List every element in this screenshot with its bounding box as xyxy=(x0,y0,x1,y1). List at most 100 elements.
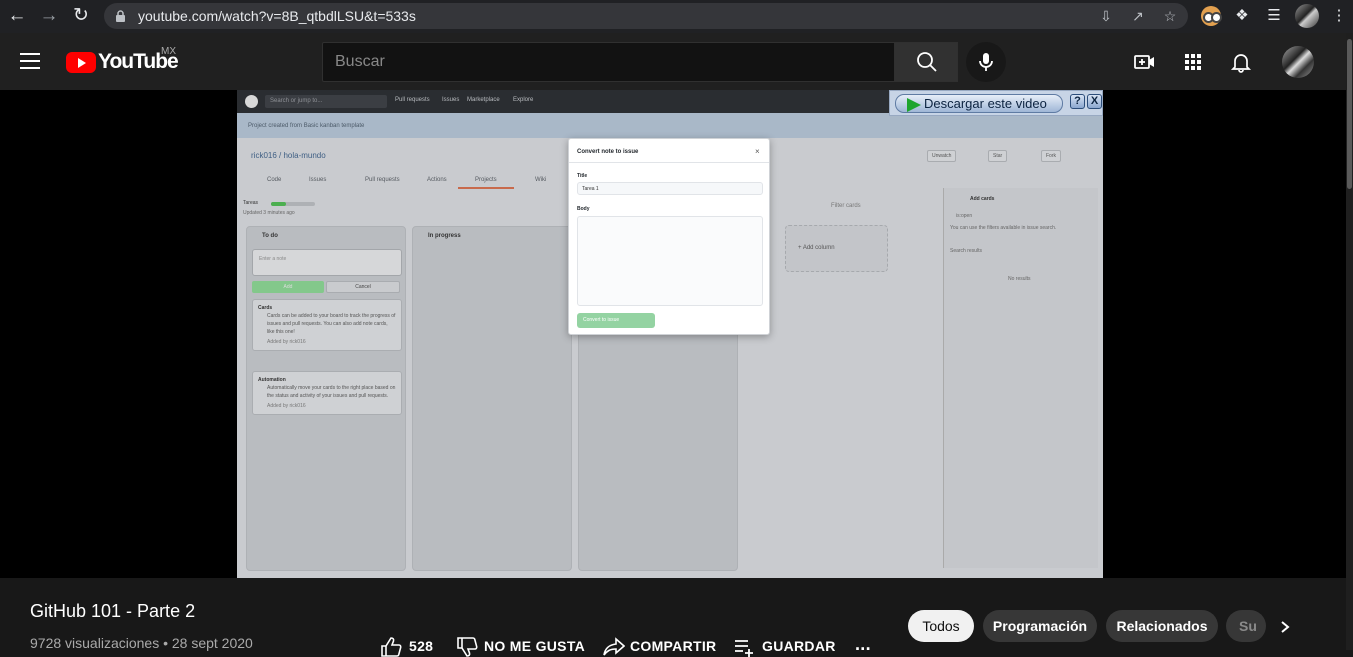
scrollbar-thumb[interactable] xyxy=(1347,39,1352,189)
apps-grid-icon[interactable] xyxy=(1181,50,1205,74)
video-player[interactable]: Search or jump to... Pull requests Issue… xyxy=(0,90,1346,578)
project-progress-bar xyxy=(271,202,315,206)
column-title: In progress xyxy=(428,233,461,239)
panel-hint: You can use the filters available in iss… xyxy=(950,225,1057,231)
github-nav-link: Pull requests xyxy=(395,97,430,103)
add-note-button: Add xyxy=(252,281,324,293)
install-icon[interactable]: ⇩ xyxy=(1096,7,1116,25)
like-button[interactable]: 528 xyxy=(380,637,440,657)
github-repo-name: rick016 / hola-mundo xyxy=(251,151,326,160)
dialog-divider xyxy=(569,162,769,163)
search-box xyxy=(322,42,895,82)
bookmark-star-icon[interactable]: ☆ xyxy=(1160,7,1180,25)
voice-search-button[interactable] xyxy=(966,42,1006,82)
dialog-title-input: Tarea 1 xyxy=(577,182,763,195)
help-icon[interactable]: ? xyxy=(1070,94,1085,109)
reload-icon[interactable]: ↻ xyxy=(69,5,93,27)
dialog-title-label: Title xyxy=(577,173,588,179)
card-body: Automatically move your cards to the rig… xyxy=(267,385,396,399)
video-frame[interactable]: Search or jump to... Pull requests Issue… xyxy=(237,90,1103,578)
dislike-button[interactable]: NO ME GUSTA xyxy=(456,637,586,657)
thumbs-down-icon xyxy=(457,637,478,657)
convert-issue-dialog: Convert note to issue × Title Tarea 1 Bo… xyxy=(568,138,770,335)
search-icon xyxy=(917,52,937,72)
column-title: To do xyxy=(262,233,278,239)
kanban-card: Cards Cards can be added to your board t… xyxy=(252,299,402,351)
add-column-button: + Add column xyxy=(785,225,888,272)
address-bar[interactable]: youtube.com/watch?v=8B_qtbdlLSU&t=533s ⇩… xyxy=(104,3,1188,29)
github-tab: Wiki xyxy=(535,177,547,183)
github-search: Search or jump to... xyxy=(265,95,387,108)
thumbs-up-icon xyxy=(381,637,402,657)
page-scrollbar[interactable] xyxy=(1346,33,1353,650)
media-queue-icon[interactable]: ☰ xyxy=(1263,5,1285,27)
country-code: MX xyxy=(161,46,176,57)
close-icon: × xyxy=(755,147,760,156)
back-icon[interactable]: ← xyxy=(5,5,29,27)
more-actions-button[interactable]: ... xyxy=(855,634,877,657)
extension-owl-icon[interactable] xyxy=(1201,6,1222,26)
lock-icon xyxy=(116,10,125,22)
github-tab: Actions xyxy=(427,177,447,183)
search-button[interactable] xyxy=(894,42,958,82)
chevron-right-icon[interactable] xyxy=(1270,616,1300,638)
chip-todos[interactable]: Todos xyxy=(908,610,974,642)
microphone-icon xyxy=(979,53,993,71)
kanban-column-in-progress: In progress xyxy=(412,226,572,571)
convert-to-issue-button: Convert to issue xyxy=(577,313,655,328)
github-nav-link: Explore xyxy=(513,97,534,103)
github-tab: Pull requests xyxy=(365,177,400,183)
panel-search: is:open xyxy=(956,213,973,219)
chip-relacionados[interactable]: Relacionados xyxy=(1106,610,1218,642)
profile-avatar[interactable] xyxy=(1295,4,1319,28)
kanban-card: Automation Automatically move your cards… xyxy=(252,371,402,415)
project-name: Tareas xyxy=(243,200,259,206)
github-fork-button: Fork xyxy=(1041,150,1061,162)
card-added-by: Added by rick016 xyxy=(267,339,306,345)
video-info: GitHub 101 - Parte 2 9728 visualizacione… xyxy=(0,578,1346,657)
github-tab: Projects xyxy=(475,177,497,183)
github-tab: Issues xyxy=(309,177,327,183)
github-tab: Code xyxy=(267,177,282,183)
search-input[interactable] xyxy=(323,43,894,81)
download-label: Descargar este video xyxy=(924,96,1047,111)
add-cards-panel: Add cards is:open You can use the filter… xyxy=(943,188,1098,568)
forward-icon[interactable]: → xyxy=(37,5,61,27)
more-actions-icon: ... xyxy=(855,634,871,654)
notifications-bell-icon[interactable] xyxy=(1229,50,1253,74)
github-nav-link: Marketplace xyxy=(467,97,500,103)
menu-kebab-icon[interactable]: ⋮ xyxy=(1328,5,1350,27)
youtube-logo-icon[interactable] xyxy=(66,52,96,73)
chip-suggested[interactable]: Su xyxy=(1226,610,1266,642)
github-tab-underline xyxy=(458,187,514,189)
dislike-label: NO ME GUSTA xyxy=(484,638,586,654)
save-label: GUARDAR xyxy=(762,638,836,654)
panel-title: Add cards xyxy=(970,196,995,202)
card-body: Cards can be added to your board to trac… xyxy=(267,313,396,335)
github-star-button: Star xyxy=(988,150,1008,162)
dialog-body-input xyxy=(577,216,763,306)
panel-no-results: No results xyxy=(1008,276,1031,282)
github-watch-button: Unwatch xyxy=(927,150,957,162)
share-icon[interactable]: ↗ xyxy=(1128,7,1148,25)
guide-menu-icon[interactable] xyxy=(20,53,40,69)
save-button[interactable]: GUARDAR xyxy=(734,637,836,657)
playlist-add-icon xyxy=(735,640,753,657)
card-title: Cards xyxy=(258,305,273,311)
play-icon xyxy=(907,98,921,112)
cancel-note-button: Cancel xyxy=(326,281,400,293)
create-video-icon[interactable] xyxy=(1133,50,1157,74)
download-toolbar: Descargar este video ? X xyxy=(889,90,1103,116)
note-input: Enter a note xyxy=(252,249,402,276)
account-avatar[interactable] xyxy=(1282,46,1314,78)
close-icon[interactable]: X xyxy=(1087,94,1102,109)
share-button[interactable]: COMPARTIR xyxy=(603,637,723,657)
extensions-puzzle-icon[interactable]: ❖ xyxy=(1231,5,1253,27)
card-added-by: Added by rick016 xyxy=(267,403,306,409)
youtube-header: YouTube MX xyxy=(0,33,1353,90)
filter-cards-input: Filter cards xyxy=(831,203,861,209)
download-video-button[interactable]: Descargar este video xyxy=(895,94,1063,113)
chip-programacion[interactable]: Programación xyxy=(983,610,1097,642)
url-text: youtube.com/watch?v=8B_qtbdlLSU&t=533s xyxy=(138,8,416,24)
browser-toolbar: ← → ↻ youtube.com/watch?v=8B_qtbdlLSU&t=… xyxy=(0,0,1353,33)
